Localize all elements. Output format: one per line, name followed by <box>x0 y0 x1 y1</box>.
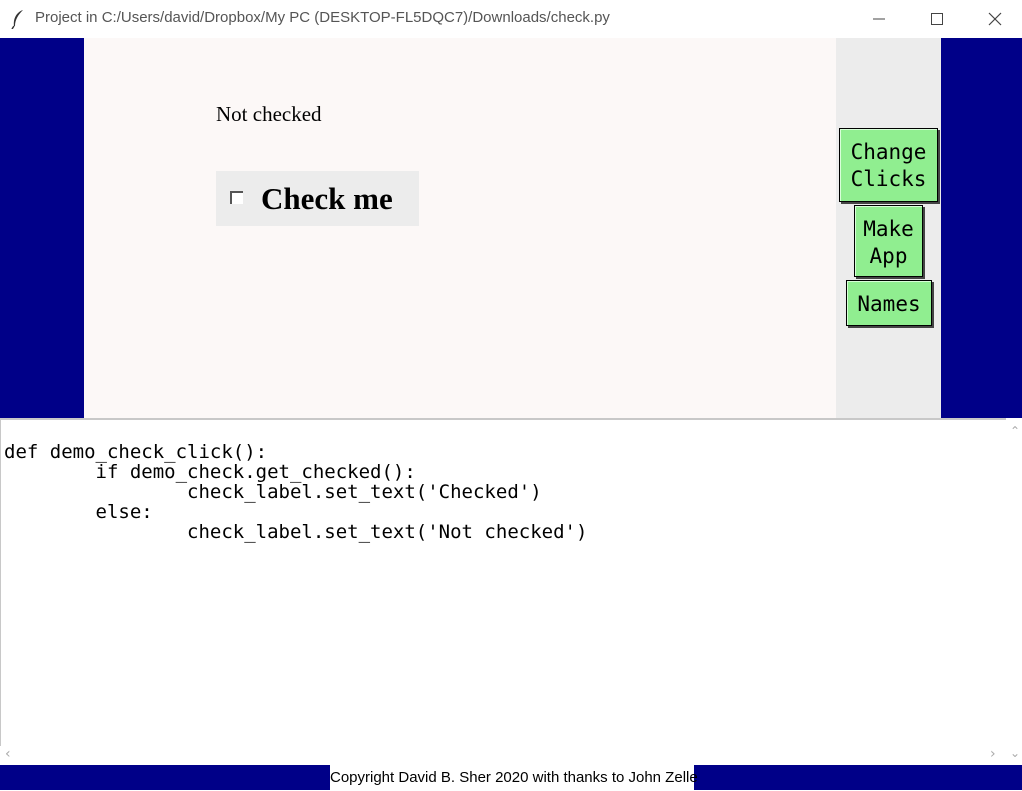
names-button[interactable]: Names <box>846 280 932 326</box>
button-label-line: Names <box>857 292 921 316</box>
minimize-button[interactable] <box>850 0 908 38</box>
maximize-button[interactable] <box>908 0 966 38</box>
side-panel: Change Clicks Make App Names <box>836 38 941 418</box>
code-editor[interactable]: def demo_check_click(): if demo_check.ge… <box>0 418 1006 746</box>
maximize-icon <box>931 13 943 25</box>
button-label-line: App <box>869 244 908 268</box>
button-label-line: Change <box>850 140 927 164</box>
app-frame: Not checked Check me Change Clicks Make … <box>0 38 1022 418</box>
minimize-icon <box>873 18 885 20</box>
button-label-line: Make <box>863 217 914 241</box>
horizontal-scrollbar[interactable]: ‹ › <box>0 746 1006 765</box>
demo-checkbox[interactable]: Check me <box>216 171 419 226</box>
scroll-down-icon[interactable]: ⌄ <box>1010 746 1020 760</box>
make-app-button[interactable]: Make App <box>854 205 923 277</box>
status-bar: Copyright David B. Sher 2020 with thanks… <box>0 765 1022 790</box>
code-text[interactable]: def demo_check_click(): if demo_check.ge… <box>4 442 587 542</box>
scroll-right-icon[interactable]: › <box>990 746 996 762</box>
vertical-scrollbar[interactable]: ⌃ ⌄ <box>1006 418 1022 765</box>
checkbox-label[interactable]: Check me <box>261 181 393 217</box>
scroll-left-icon[interactable]: ‹ <box>5 746 11 762</box>
close-icon <box>988 12 1002 26</box>
copyright-text: Copyright David B. Sher 2020 with thanks… <box>330 765 698 790</box>
check-status-label: Not checked <box>216 102 322 126</box>
change-clicks-button[interactable]: Change Clicks <box>839 128 938 202</box>
title-bar: Project in C:/Users/david/Dropbox/My PC … <box>0 0 1022 38</box>
scroll-up-icon[interactable]: ⌃ <box>1010 424 1020 438</box>
close-button[interactable] <box>966 0 1022 38</box>
checkbox-square-icon[interactable] <box>230 191 243 204</box>
window-title: Project in C:/Users/david/Dropbox/My PC … <box>35 9 610 26</box>
button-label-line: Clicks <box>850 167 927 191</box>
graphics-canvas[interactable]: Not checked Check me <box>84 38 836 418</box>
feather-icon <box>11 10 23 29</box>
